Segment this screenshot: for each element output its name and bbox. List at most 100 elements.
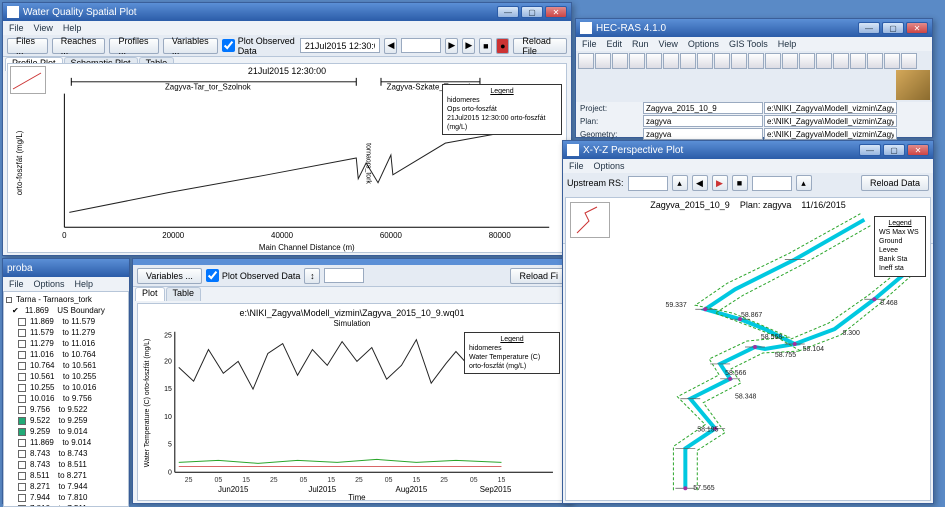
minimize-button[interactable]: — (858, 22, 880, 34)
menu-options[interactable]: Options (594, 161, 625, 171)
checkbox-icon[interactable] (18, 428, 26, 436)
up-rs-spin[interactable]: ▴ (672, 175, 688, 191)
plot-observed-check[interactable]: Plot Observed Data (206, 269, 301, 282)
checkbox-icon[interactable] (18, 340, 26, 348)
tree-row[interactable]: 11.279 to 11.016 (6, 338, 126, 349)
tree-row[interactable]: 9.756 to 9.522 (6, 404, 126, 415)
menu-file[interactable]: File (9, 23, 24, 33)
tree-titlebar[interactable]: proba (3, 259, 129, 277)
tool-table-icon[interactable] (765, 53, 781, 69)
checkbox-icon[interactable] (18, 329, 26, 337)
menu-options[interactable]: Options (688, 39, 719, 49)
stop-button[interactable]: ■ (479, 38, 492, 54)
checkbox-icon[interactable] (18, 351, 26, 359)
tool-geom-icon[interactable] (612, 53, 628, 69)
checkbox-icon[interactable] (18, 439, 26, 447)
tree-row[interactable]: 10.255 to 10.016 (6, 382, 126, 393)
menu-help[interactable]: Help (75, 279, 94, 289)
step-back-button[interactable]: ◀ (384, 38, 397, 54)
menu-view[interactable]: View (34, 23, 53, 33)
step-fwd-button[interactable]: ▶ (445, 38, 458, 54)
checkbox-icon[interactable] (18, 384, 26, 392)
tree-row[interactable]: 9.522 to 9.259 (6, 415, 126, 426)
checkbox-icon[interactable] (18, 417, 26, 425)
tree-row[interactable]: 9.259 to 9.014 (6, 426, 126, 437)
tool-15-icon[interactable] (816, 53, 832, 69)
tool-xyz-icon[interactable] (731, 53, 747, 69)
stop-button[interactable]: ■ (732, 175, 748, 191)
xyz-titlebar[interactable]: X-Y-Z Perspective Plot — ▢ ✕ (563, 141, 933, 159)
tool-19-icon[interactable] (884, 53, 900, 69)
checkbox-icon[interactable] (18, 450, 26, 458)
tool-18-icon[interactable] (867, 53, 883, 69)
tree-row[interactable]: 10.561 to 10.255 (6, 371, 126, 382)
maximize-button[interactable]: ▢ (882, 22, 904, 34)
menu-help[interactable]: Help (778, 39, 797, 49)
tool-run-icon[interactable] (663, 53, 679, 69)
tool-dss-icon[interactable] (799, 53, 815, 69)
hec-row-name[interactable] (643, 102, 763, 114)
tool-summary-icon[interactable] (782, 53, 798, 69)
files-button[interactable]: Files ... (7, 38, 48, 54)
reload-file-button[interactable]: Reload Fi (510, 268, 567, 284)
checkbox-icon[interactable] (18, 461, 26, 469)
tool-16-icon[interactable] (833, 53, 849, 69)
tree-row[interactable]: 11.579 to 11.279 (6, 327, 126, 338)
sort-button[interactable]: ↕ (304, 268, 320, 284)
index-field[interactable] (324, 268, 364, 283)
menu-help[interactable]: Help (63, 23, 82, 33)
checkbox-icon[interactable] (18, 406, 26, 414)
maximize-button[interactable]: ▢ (883, 144, 905, 156)
play-button[interactable]: ▶ (462, 38, 475, 54)
checkbox-icon[interactable] (18, 373, 26, 381)
close-button[interactable]: ✕ (906, 22, 928, 34)
checkbox-icon[interactable] (18, 472, 26, 480)
menu-file[interactable]: File (9, 279, 24, 289)
reload-file-button[interactable]: Reload File (513, 38, 567, 54)
menu-edit[interactable]: Edit (607, 39, 623, 49)
menu-file[interactable]: File (569, 161, 584, 171)
menu-gis[interactable]: GIS Tools (729, 39, 768, 49)
step-back-button[interactable]: ◀ (692, 175, 708, 191)
menu-run[interactable]: Run (632, 39, 649, 49)
tree-row[interactable]: 8.743 to 8.511 (6, 459, 126, 470)
reach-tree[interactable]: Tarna - Tarnaors_tork ✔ 11.869 US Bounda… (3, 291, 129, 507)
variables-button[interactable]: Variables ... (163, 38, 218, 54)
menu-view[interactable]: View (659, 39, 678, 49)
spatial-titlebar[interactable]: Water Quality Spatial Plot — ▢ ✕ (3, 3, 571, 21)
tree-row[interactable]: 8.511 to 8.271 (6, 470, 126, 481)
tool-xs-icon[interactable] (680, 53, 696, 69)
tree-row[interactable]: 10.016 to 9.756 (6, 393, 126, 404)
datetime-field[interactable] (300, 38, 381, 53)
reload-data-button[interactable]: Reload Data (861, 175, 929, 191)
tool-save-icon[interactable] (595, 53, 611, 69)
menu-options[interactable]: Options (34, 279, 65, 289)
hec-row-name[interactable] (643, 115, 763, 127)
tree-row[interactable]: 11.016 to 10.764 (6, 349, 126, 360)
checkbox-icon[interactable] (18, 362, 26, 370)
tool-flow-icon[interactable] (629, 53, 645, 69)
close-button[interactable]: ✕ (907, 144, 929, 156)
hec-row-name[interactable] (643, 128, 763, 140)
tool-profile-icon[interactable] (697, 53, 713, 69)
tree-row[interactable]: 7.810 to 7.511 (6, 503, 126, 507)
reaches-button[interactable]: Reaches ... (52, 38, 106, 54)
checkbox-icon[interactable] (18, 483, 26, 491)
overview-thumb[interactable] (10, 66, 46, 94)
hec-row-path[interactable] (764, 115, 897, 127)
tree-row[interactable]: 10.764 to 10.561 (6, 360, 126, 371)
maximize-button[interactable]: ▢ (521, 6, 543, 18)
tool-hydrograph-icon[interactable] (748, 53, 764, 69)
tab-table[interactable]: Table (166, 287, 202, 301)
upstream-rs-field[interactable] (628, 176, 668, 191)
hec-titlebar[interactable]: HEC-RAS 4.1.0 — ▢ ✕ (576, 19, 932, 37)
tree-row[interactable]: 8.743 to 8.743 (6, 448, 126, 459)
tool-20-icon[interactable] (901, 53, 917, 69)
tool-rating-icon[interactable] (714, 53, 730, 69)
slider-spin[interactable]: ▴ (796, 175, 812, 191)
tree-row[interactable]: 7.944 to 7.810 (6, 492, 126, 503)
hec-row-path[interactable] (764, 102, 897, 114)
tree-row[interactable]: 11.869 to 9.014 (6, 437, 126, 448)
minimize-button[interactable]: — (497, 6, 519, 18)
profiles-button[interactable]: Profiles ... (109, 38, 158, 54)
